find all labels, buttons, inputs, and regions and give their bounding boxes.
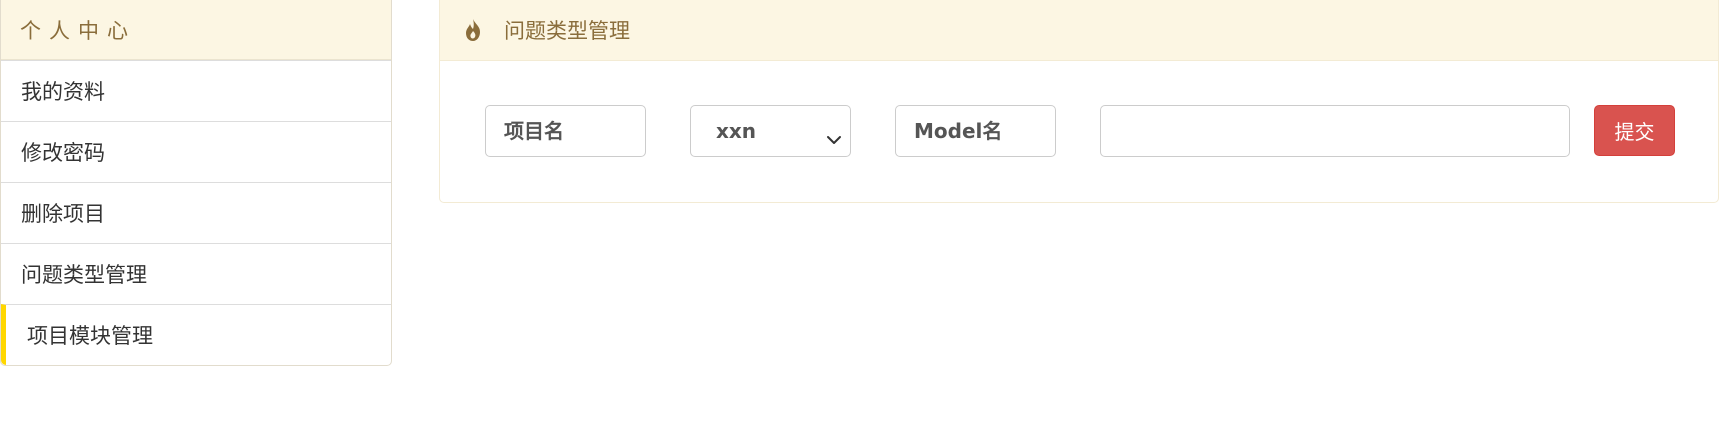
issue-type-panel: 问题类型管理 xxn 提交 (439, 0, 1719, 203)
issue-type-form: xxn 提交 (485, 105, 1685, 157)
sidebar-item-change-password[interactable]: 修改密码 (1, 121, 391, 182)
project-select[interactable]: xxn (690, 105, 851, 157)
sidebar-item-issue-type-management[interactable]: 问题类型管理 (1, 243, 391, 304)
submit-button[interactable]: 提交 (1594, 105, 1675, 156)
model-name-input[interactable] (895, 105, 1056, 157)
project-select-value: xxn (716, 119, 757, 143)
description-input[interactable] (1100, 105, 1570, 157)
panel-heading: 问题类型管理 (440, 0, 1718, 61)
fire-icon (462, 18, 484, 42)
sidebar-menu: 个人中心 我的资料 修改密码 删除项目 问题类型管理 项目模块管理 (0, 0, 392, 366)
sidebar-header: 个人中心 (1, 0, 391, 60)
project-name-input[interactable] (485, 105, 646, 157)
panel-title: 问题类型管理 (504, 19, 630, 43)
sidebar-item-delete-project[interactable]: 删除项目 (1, 182, 391, 243)
sidebar-item-project-module-management[interactable]: 项目模块管理 (1, 304, 391, 365)
chevron-down-icon (826, 126, 842, 144)
sidebar-item-my-profile[interactable]: 我的资料 (1, 60, 391, 121)
